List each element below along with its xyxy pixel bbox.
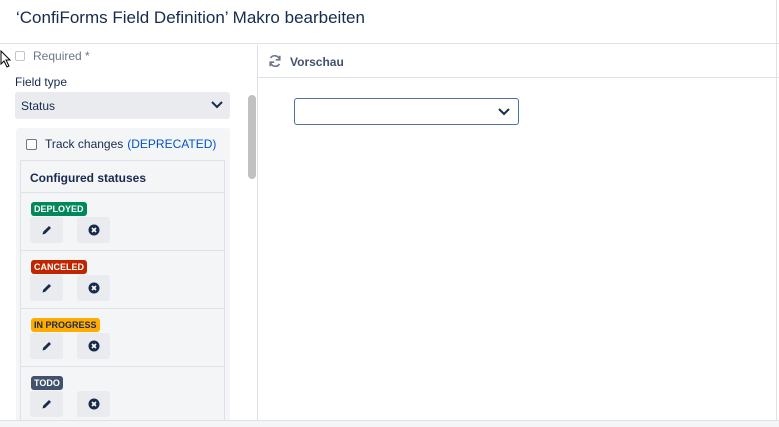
required-label: Required * xyxy=(33,49,90,63)
edit-status-button[interactable] xyxy=(30,275,63,301)
required-checkbox[interactable] xyxy=(15,51,25,61)
deprecated-link[interactable]: (DEPRECATED) xyxy=(127,137,216,151)
chevron-down-icon xyxy=(211,101,223,109)
preview-header: Vorschau xyxy=(258,45,779,78)
panel-scrollbar-thumb[interactable] xyxy=(248,95,256,179)
delete-status-button[interactable] xyxy=(77,333,110,359)
field-type-label: Field type xyxy=(15,75,68,89)
remove-icon xyxy=(88,224,99,236)
edit-status-button[interactable] xyxy=(30,217,63,243)
status-row: TODO xyxy=(21,367,224,425)
remove-icon xyxy=(88,398,99,410)
panel-divider xyxy=(257,45,258,421)
status-row: CANCELED xyxy=(21,251,224,309)
dialog-header: ‘ConfiForms Field Definition’ Makro bear… xyxy=(0,0,779,44)
pencil-icon xyxy=(42,400,51,409)
preview-status-select[interactable] xyxy=(294,98,519,125)
macro-editor-dialog: ‘ConfiForms Field Definition’ Makro bear… xyxy=(0,0,779,427)
remove-icon xyxy=(88,340,99,352)
field-type-select[interactable]: Status xyxy=(15,92,230,119)
track-changes-checkbox[interactable] xyxy=(26,138,37,150)
status-lozenge: DEPLOYED xyxy=(31,202,87,216)
status-lozenge: CANCELED xyxy=(31,260,88,274)
status-row: DEPLOYED xyxy=(21,193,224,251)
edit-status-button[interactable] xyxy=(30,391,63,417)
pencil-icon xyxy=(42,342,51,351)
pencil-icon xyxy=(42,226,51,235)
status-row: IN PROGRESS xyxy=(21,309,224,367)
configured-statuses-table: Configured statuses DEPLOYED CANCELED IN… xyxy=(20,160,225,427)
edit-status-button[interactable] xyxy=(30,333,63,359)
field-type-value: Status xyxy=(21,99,56,113)
delete-status-button[interactable] xyxy=(77,217,110,243)
field-settings-panel: Required * Field type Status Track chang… xyxy=(0,45,257,427)
status-lozenge: IN PROGRESS xyxy=(31,318,100,332)
refresh-icon[interactable] xyxy=(268,54,282,68)
dialog-footer xyxy=(0,421,779,427)
dialog-title: ‘ConfiForms Field Definition’ Makro bear… xyxy=(16,8,365,27)
track-changes-text: Track changes xyxy=(45,137,124,151)
delete-status-button[interactable] xyxy=(77,275,110,301)
track-changes-label: Track changes (DEPRECATED) xyxy=(45,137,216,151)
configured-statuses-header: Configured statuses xyxy=(21,161,224,193)
track-changes-option[interactable]: Track changes (DEPRECATED) xyxy=(26,137,216,151)
delete-status-button[interactable] xyxy=(77,391,110,417)
preview-label: Vorschau xyxy=(290,55,344,69)
remove-icon xyxy=(88,282,99,294)
required-option[interactable]: Required * xyxy=(15,49,90,63)
pencil-icon xyxy=(42,284,51,293)
dialog-right-border xyxy=(776,0,777,421)
chevron-down-icon xyxy=(498,108,510,116)
status-options-box: Track changes (DEPRECATED) Configured sta… xyxy=(16,128,230,427)
status-lozenge: TODO xyxy=(31,376,63,390)
